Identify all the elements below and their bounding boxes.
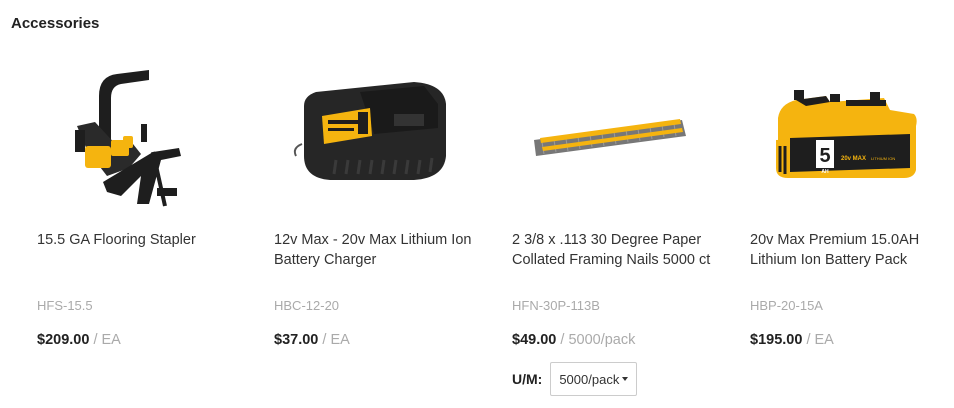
product-price: $195.00 bbox=[750, 332, 803, 348]
product-card: 15.5 GA Flooring Stapler HFS-15.5 $209.0… bbox=[37, 56, 237, 406]
product-card: 5 AH 20v MAX LITHIUM ION 20v Max Premium… bbox=[750, 56, 950, 406]
uom-selected-value: 5000/pack bbox=[559, 371, 620, 387]
battery-charger-icon bbox=[293, 82, 446, 180]
product-image[interactable] bbox=[37, 56, 237, 216]
battery-band-sub-text: LITHIUM ION bbox=[871, 156, 895, 161]
product-unit: EA bbox=[814, 332, 834, 348]
product-card: 2 3/8 x .113 30 Degree Paper Collated Fr… bbox=[512, 56, 712, 406]
product-image[interactable]: 5 AH 20v MAX LITHIUM ION bbox=[750, 56, 950, 216]
product-name-link[interactable]: 20v Max Premium 15.0AH Lithium Ion Batte… bbox=[750, 230, 954, 270]
product-unit: EA bbox=[330, 332, 350, 348]
product-name-link[interactable]: 15.5 GA Flooring Stapler bbox=[37, 230, 247, 250]
product-sku: HBC-12-20 bbox=[274, 298, 340, 313]
product-grid: 15.5 GA Flooring Stapler HFS-15.5 $209.0… bbox=[0, 0, 954, 408]
product-unit: EA bbox=[101, 332, 121, 348]
product-unit: 5000/pack bbox=[568, 332, 636, 348]
product-price: $37.00 bbox=[274, 332, 319, 348]
flooring-stapler-icon bbox=[75, 70, 181, 207]
product-price: $49.00 bbox=[512, 332, 557, 348]
product-card: 12v Max - 20v Max Lithium Ion Battery Ch… bbox=[274, 56, 474, 406]
product-name-link[interactable]: 12v Max - 20v Max Lithium Ion Battery Ch… bbox=[274, 230, 484, 270]
product-name-link[interactable]: 2 3/8 x .113 30 Degree Paper Collated Fr… bbox=[512, 230, 722, 270]
unit-separator: / bbox=[93, 332, 102, 348]
product-price: $209.00 bbox=[37, 332, 90, 348]
price-row: $195.00 / EA bbox=[750, 332, 834, 348]
uom-select[interactable]: 5000/pack bbox=[550, 362, 638, 396]
battery-small-text: AH bbox=[821, 169, 829, 175]
caret-down-icon bbox=[622, 377, 629, 381]
battery-pack-icon: 5 AH 20v MAX LITHIUM ION bbox=[776, 90, 917, 178]
product-sku: HFS-15.5 bbox=[37, 298, 93, 313]
battery-big-text: 5 bbox=[819, 145, 830, 167]
uom-row: U/M: 5000/pack bbox=[512, 361, 638, 397]
product-image[interactable] bbox=[274, 56, 474, 216]
product-image[interactable] bbox=[512, 56, 712, 216]
price-row: $49.00 / 5000/pack bbox=[512, 332, 635, 348]
framing-nails-icon bbox=[534, 119, 686, 156]
product-sku: HFN-30P-113B bbox=[512, 298, 600, 313]
price-row: $209.00 / EA bbox=[37, 332, 121, 348]
price-row: $37.00 / EA bbox=[274, 332, 350, 348]
battery-band-text: 20v MAX bbox=[841, 156, 866, 162]
uom-label: U/M: bbox=[512, 371, 543, 387]
product-sku: HBP-20-15A bbox=[750, 298, 823, 313]
unit-separator: / bbox=[806, 332, 815, 348]
